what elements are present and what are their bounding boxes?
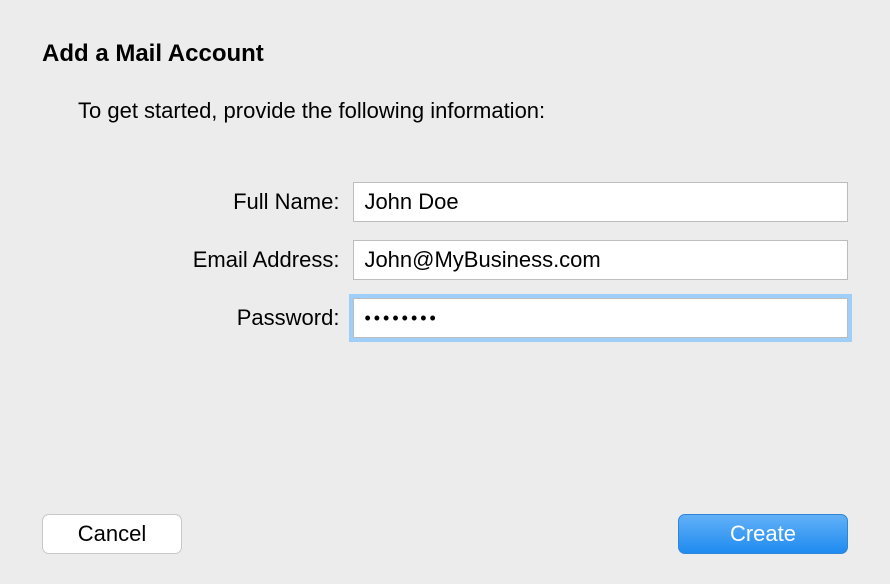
full-name-input[interactable] xyxy=(353,182,848,222)
email-row: Email Address: xyxy=(42,240,848,280)
password-label: Password: xyxy=(42,305,353,331)
password-row: Password: •••••••• xyxy=(42,298,848,338)
create-button[interactable]: Create xyxy=(678,514,848,554)
email-label: Email Address: xyxy=(42,247,353,273)
add-mail-account-dialog: Add a Mail Account To get started, provi… xyxy=(0,0,890,338)
button-bar: Cancel Create xyxy=(42,514,848,554)
cancel-button[interactable]: Cancel xyxy=(42,514,182,554)
dialog-subtitle: To get started, provide the following in… xyxy=(78,98,848,124)
password-input[interactable]: •••••••• xyxy=(353,298,848,338)
full-name-row: Full Name: xyxy=(42,182,848,222)
full-name-label: Full Name: xyxy=(42,189,353,215)
email-input[interactable] xyxy=(353,240,848,280)
dialog-title: Add a Mail Account xyxy=(42,40,848,68)
